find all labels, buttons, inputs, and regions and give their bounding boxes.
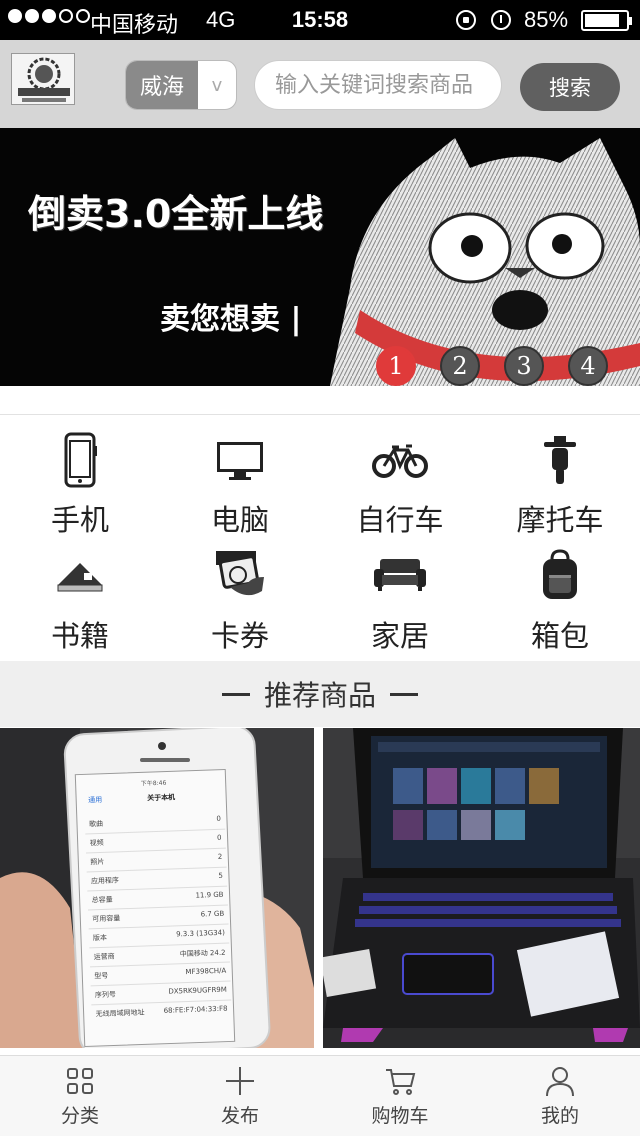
- banner-page-2[interactable]: 2: [440, 346, 480, 386]
- setting-label: 序列号: [94, 990, 117, 1000]
- back-link: 通用: [88, 795, 103, 805]
- chevron-down-icon: v: [211, 74, 223, 96]
- grid-icon: [67, 1067, 93, 1094]
- bicycle-icon: [370, 431, 430, 489]
- city-label: 威海: [126, 61, 198, 109]
- setting-value: MF398CH/A: [185, 966, 227, 977]
- category-label: 手机: [50, 503, 109, 537]
- banner-page-3[interactable]: 3: [504, 346, 544, 386]
- cart-icon: [386, 1068, 416, 1095]
- product-card-laptop[interactable]: [323, 728, 640, 1048]
- category-home[interactable]: 家居: [320, 539, 480, 661]
- university-logo[interactable]: [11, 53, 75, 105]
- setting-label: 版本: [92, 933, 108, 943]
- promo-banner[interactable]: 倒卖3.0全新上线 卖您想卖 | 1 2 3 4: [0, 128, 640, 386]
- product-photo: [323, 728, 640, 1048]
- book-icon: [50, 545, 110, 605]
- banner-pagination: 1 2 3 4: [376, 346, 608, 386]
- setting-label: 应用程序: [90, 876, 120, 886]
- setting-value: 11.9 GB: [195, 890, 224, 900]
- category-label: 卡券: [210, 619, 269, 653]
- coupon-card-icon: [210, 545, 270, 605]
- category-bags[interactable]: 箱包: [480, 539, 640, 661]
- setting-label: 无线局域网地址: [95, 1008, 145, 1019]
- sofa-icon: [370, 545, 430, 605]
- setting-value: 68:FE:F7:04:33:F8: [163, 1004, 228, 1015]
- motorcycle-icon: [530, 431, 590, 489]
- screen-title: 关于本机: [146, 793, 176, 803]
- tab-profile[interactable]: 我的: [480, 1056, 640, 1136]
- header-bar: 威海 v 搜索: [0, 40, 640, 128]
- user-icon: [546, 1066, 574, 1096]
- search-button[interactable]: 搜索: [520, 63, 620, 111]
- setting-value: 2: [217, 852, 223, 861]
- category-books[interactable]: 书籍: [0, 539, 160, 661]
- setting-label: 照片: [90, 857, 105, 867]
- category-grid: 手机 电脑 自行车 摩托车 书籍 卡券 家居 箱包: [0, 425, 640, 661]
- setting-value: 9.3.3 (13G34): [176, 928, 226, 939]
- monitor-icon: [210, 431, 270, 489]
- setting-label: 歌曲: [88, 819, 104, 829]
- setting-label: 运营商: [93, 952, 115, 962]
- category-label: 家居: [370, 619, 429, 653]
- setting-value: 0: [216, 833, 222, 842]
- tab-label: 分类: [60, 1104, 99, 1127]
- category-label: 摩托车: [516, 503, 604, 537]
- phone-icon: [50, 431, 110, 489]
- category-label: 自行车: [356, 503, 444, 537]
- setting-label: 总容量: [91, 895, 113, 905]
- backpack-icon: [530, 545, 590, 605]
- divider: [221, 692, 250, 696]
- setting-label: 视频: [89, 838, 104, 848]
- banner-subtitle: 卖您想卖 |: [160, 302, 302, 337]
- divider: [0, 414, 640, 415]
- setting-value: 6.7 GB: [200, 909, 225, 919]
- setting-value: 0: [216, 814, 222, 823]
- category-motorcycle[interactable]: 摩托车: [480, 425, 640, 539]
- alarm-icon: [491, 10, 511, 30]
- setting-label: 型号: [94, 971, 109, 981]
- category-phone[interactable]: 手机: [0, 425, 160, 539]
- tab-publish[interactable]: 发布: [160, 1056, 320, 1136]
- category-label: 电脑: [210, 503, 269, 537]
- battery-percentage: 85%: [524, 7, 569, 32]
- banner-page-4[interactable]: 4: [568, 346, 608, 386]
- setting-value: 5: [218, 871, 224, 880]
- tab-categories[interactable]: 分类: [0, 1056, 160, 1136]
- category-label: 书籍: [50, 619, 109, 653]
- tab-label: 购物车: [371, 1104, 429, 1127]
- setting-label: 可用容量: [92, 914, 121, 924]
- section-title: 推荐商品: [263, 679, 376, 712]
- category-coupons[interactable]: 卡券: [160, 539, 320, 661]
- battery-icon: [581, 10, 632, 31]
- phone-settings-screen: 下午8:46 通用 关于本机 歌曲 0 视频 0 照片 2 应用程序 5 总容量 11.9…: [83, 776, 232, 1043]
- product-card-phone[interactable]: 下午8:46 通用 关于本机 歌曲 0 视频 0 照片 2 应用程序 5 总容量 11.9…: [0, 728, 314, 1048]
- setting-value: DX5RK9UGFR9M: [168, 985, 227, 996]
- banner-page-1[interactable]: 1: [376, 346, 416, 386]
- tab-label: 发布: [220, 1104, 259, 1127]
- setting-value: 中国移动 24.2: [179, 948, 226, 959]
- recommended-header: 推荐商品: [0, 661, 640, 727]
- category-label: 箱包: [530, 619, 589, 653]
- divider: [390, 692, 418, 696]
- category-computer[interactable]: 电脑: [160, 425, 320, 539]
- city-selector[interactable]: 威海 v: [125, 60, 237, 110]
- status-bar: 中国移动 4G 15:58 85%: [0, 0, 640, 40]
- rotation-lock-icon: [456, 10, 476, 30]
- category-bicycle[interactable]: 自行车: [320, 425, 480, 539]
- banner-title: 倒卖3.0全新上线: [28, 192, 324, 236]
- plus-icon: [226, 1066, 254, 1095]
- tab-cart[interactable]: 购物车: [320, 1056, 480, 1136]
- bottom-tab-bar: 分类 发布 购物车 我的: [0, 1055, 640, 1136]
- tab-label: 我的: [540, 1104, 579, 1127]
- search-input[interactable]: [254, 60, 502, 110]
